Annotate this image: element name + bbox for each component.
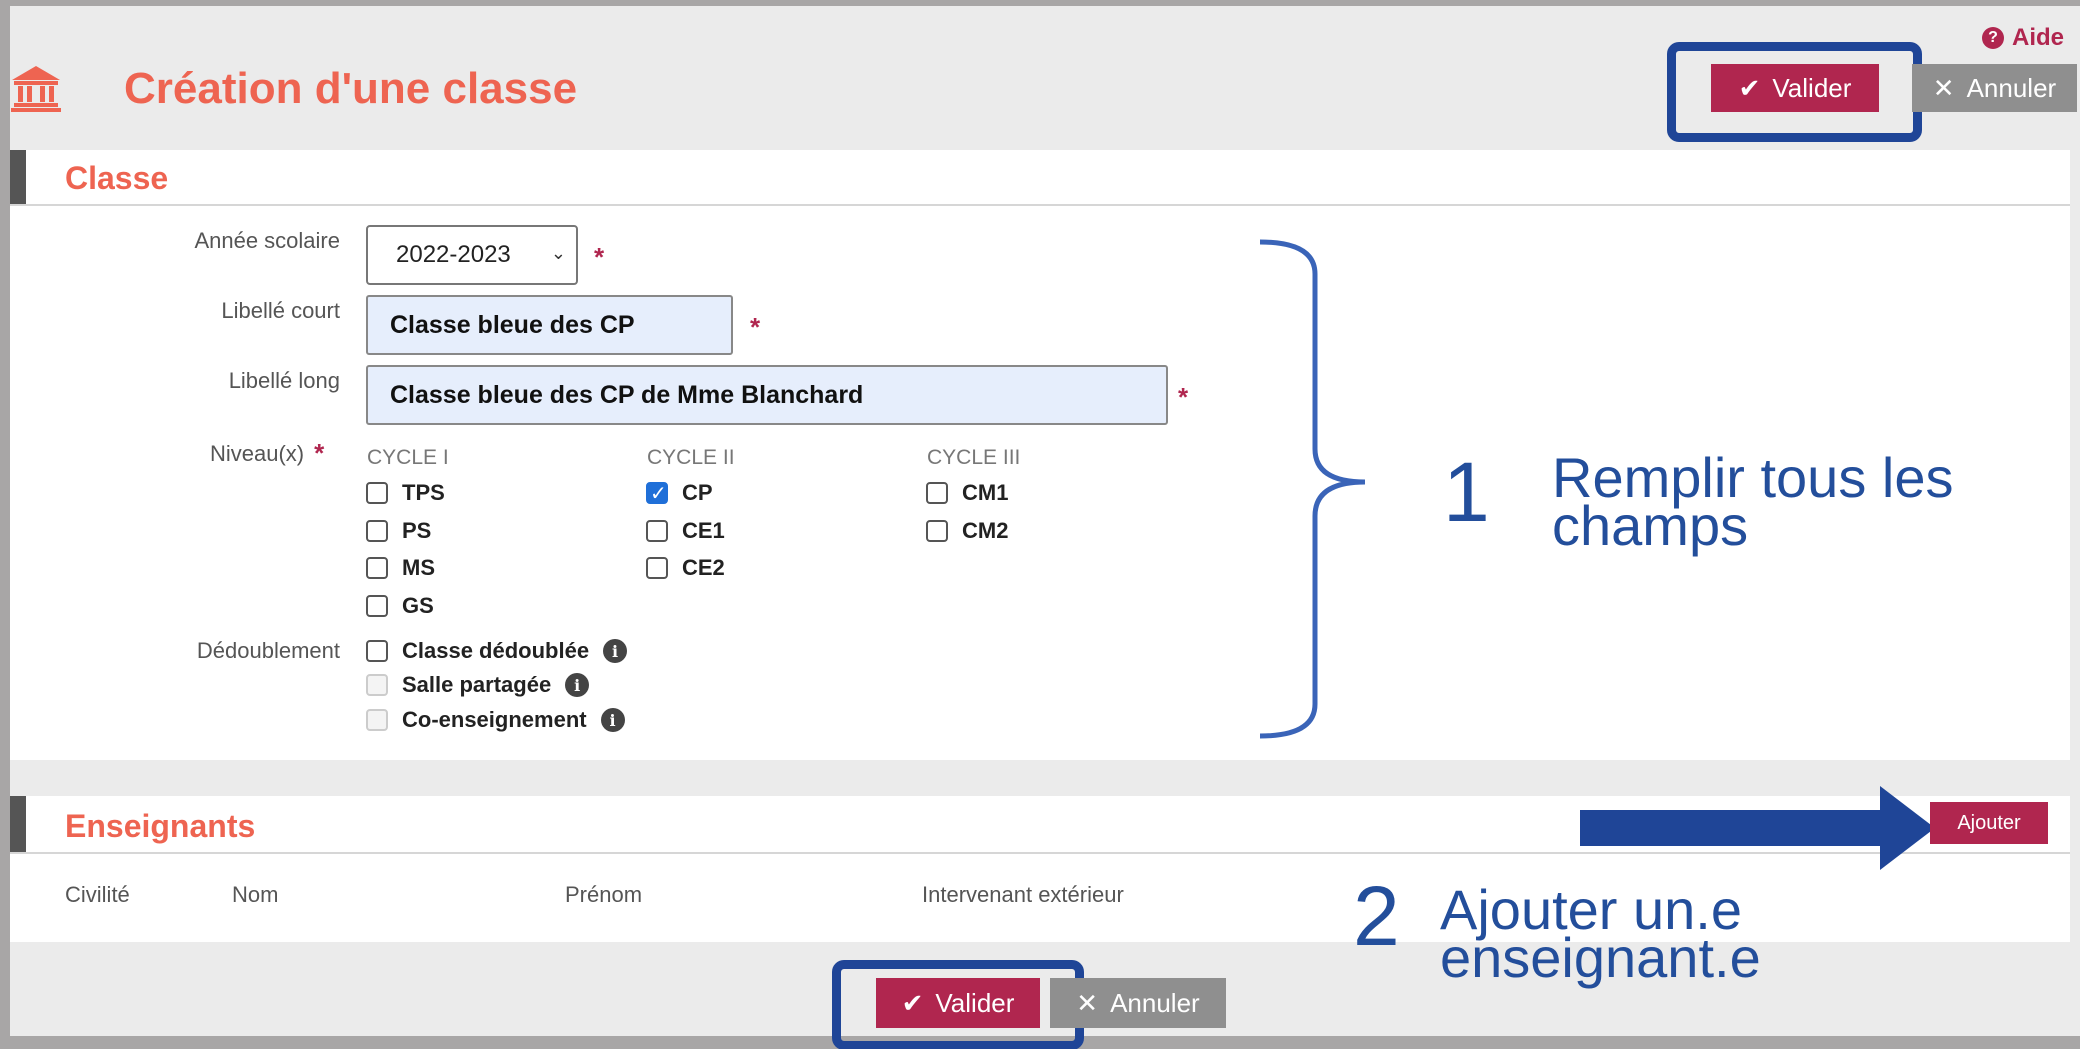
info-icon[interactable]: i — [565, 673, 590, 697]
ajouter-button[interactable]: Ajouter — [1930, 802, 2048, 844]
bottom-valider-label: Valider — [935, 987, 1015, 1018]
column-header-intervenant: Intervenant extérieur — [922, 882, 1124, 907]
niveau-ce2[interactable]: CE2 — [646, 555, 725, 581]
dedoublement-label: Dédoublement — [196, 638, 340, 663]
checkbox[interactable] — [366, 557, 388, 579]
page-frame: ? Aide Création d'une classe ✔ Valider ✕… — [10, 6, 2080, 1049]
niveau-tps[interactable]: TPS — [366, 480, 445, 506]
niveau-label: PS — [402, 518, 432, 543]
option-label: Co-enseignement — [402, 707, 587, 732]
niveau-label: TPS — [402, 480, 445, 505]
option-classe-dedoublee[interactable]: Classe dédoublée i — [366, 638, 628, 664]
close-icon: ✕ — [1932, 72, 1955, 103]
checkbox[interactable] — [366, 482, 388, 504]
step-1-number: 1 — [1443, 445, 1490, 539]
option-label: Salle partagée — [402, 672, 552, 697]
bottom-annuler-button[interactable]: ✕ Annuler — [1050, 978, 1226, 1028]
ajouter-label: Ajouter — [1957, 811, 2021, 834]
checkbox[interactable] — [366, 520, 388, 542]
step-2-text: Ajouter un.e enseignant.e — [1440, 882, 1761, 989]
niveau-ce1[interactable]: CE1 — [646, 518, 725, 544]
bottom-valider-button[interactable]: ✔ Valider — [876, 978, 1040, 1028]
annee-select[interactable]: 2022-2023 ⌄ — [366, 225, 578, 285]
help-link[interactable]: ? Aide — [1981, 24, 2064, 52]
column-header-prenom: Prénom — [565, 882, 643, 907]
page-title: Création d'une classe — [124, 64, 578, 113]
libelle-long-required-mark: * — [1178, 382, 1189, 412]
info-icon[interactable]: i — [603, 639, 628, 663]
niveau-label: CM2 — [962, 518, 1009, 543]
checkbox[interactable] — [646, 520, 668, 542]
top-valider-label: Valider — [1772, 72, 1852, 103]
chevron-down-icon: ⌄ — [550, 243, 566, 263]
top-valider-button[interactable]: ✔ Valider — [1711, 64, 1879, 112]
cycle-3-title: CYCLE III — [927, 446, 1021, 469]
niveau-gs[interactable]: GS — [366, 593, 434, 619]
checkbox[interactable] — [366, 595, 388, 617]
step-1-text: Remplir tous les champs — [1552, 450, 1953, 557]
annee-value: 2022-2023 — [396, 241, 511, 268]
libelle-court-required-mark: * — [750, 312, 761, 342]
cycle-2-title: CYCLE II — [647, 446, 735, 469]
classe-section-title: Classe — [65, 160, 169, 196]
top-annuler-button[interactable]: ✕ Annuler — [1912, 64, 2077, 112]
curly-brace-annotation — [1259, 239, 1366, 739]
checkbox-disabled — [366, 709, 388, 731]
libelle-court-value: Classe bleue des CP — [390, 310, 635, 339]
enseignants-section-title: Enseignants — [65, 808, 256, 844]
niveaux-label: Niveau(x) — [210, 440, 305, 466]
niveau-label: GS — [402, 593, 434, 618]
column-header-civilite: Civilité — [65, 882, 130, 907]
libelle-long-label: Libellé long — [228, 368, 340, 393]
arrow-annotation — [1580, 786, 1935, 870]
annee-required-mark: * — [594, 242, 605, 272]
libelle-long-value: Classe bleue des CP de Mme Blanchard — [390, 380, 864, 409]
check-icon: ✔ — [901, 987, 924, 1018]
help-label: Aide — [2011, 24, 2064, 51]
cycle-1-title: CYCLE I — [367, 446, 449, 469]
section-bar — [10, 796, 26, 852]
libelle-court-label: Libellé court — [221, 298, 340, 323]
info-icon[interactable]: i — [600, 708, 625, 732]
question-icon: ? — [1981, 27, 2004, 49]
option-salle-partagee: Salle partagée i — [366, 672, 590, 698]
step-1-line-2: champs — [1552, 494, 1749, 557]
bottom-annuler-label: Annuler — [1110, 987, 1200, 1018]
section-divider — [10, 204, 2070, 206]
checkbox[interactable] — [926, 520, 948, 542]
niveau-ms[interactable]: MS — [366, 555, 435, 581]
checkbox[interactable] — [366, 640, 388, 662]
top-annuler-label: Annuler — [1966, 72, 2057, 103]
niveau-cp[interactable]: CP — [646, 480, 713, 506]
niveau-ps[interactable]: PS — [366, 518, 431, 544]
niveau-cm1[interactable]: CM1 — [926, 480, 1008, 506]
school-building-icon — [11, 66, 61, 112]
step-2-number: 2 — [1353, 869, 1400, 963]
niveau-label: CP — [682, 480, 713, 505]
niveau-label: CE1 — [682, 518, 725, 543]
checkbox[interactable] — [646, 557, 668, 579]
annee-label: Année scolaire — [194, 228, 340, 253]
niveau-label: MS — [402, 555, 435, 580]
niveau-label: CE2 — [682, 555, 725, 580]
libelle-long-input[interactable]: Classe bleue des CP de Mme Blanchard — [366, 365, 1168, 425]
niveaux-label-group: Niveau(x) * — [210, 438, 324, 469]
checkbox[interactable] — [926, 482, 948, 504]
section-bar — [10, 150, 26, 204]
option-co-enseignement: Co-enseignement i — [366, 707, 625, 733]
step-2-line-2: enseignant.e — [1440, 926, 1761, 989]
niveau-cm2[interactable]: CM2 — [926, 518, 1008, 544]
check-icon: ✔ — [1738, 72, 1761, 103]
close-icon: ✕ — [1076, 987, 1099, 1018]
niveau-label: CM1 — [962, 480, 1009, 505]
libelle-court-input[interactable]: Classe bleue des CP — [366, 295, 733, 355]
checkbox-checked[interactable] — [646, 481, 668, 506]
column-header-nom: Nom — [232, 882, 279, 907]
option-label: Classe dédoublée — [402, 638, 590, 663]
checkbox-disabled — [366, 674, 388, 696]
niveaux-required-mark: * — [314, 438, 325, 468]
